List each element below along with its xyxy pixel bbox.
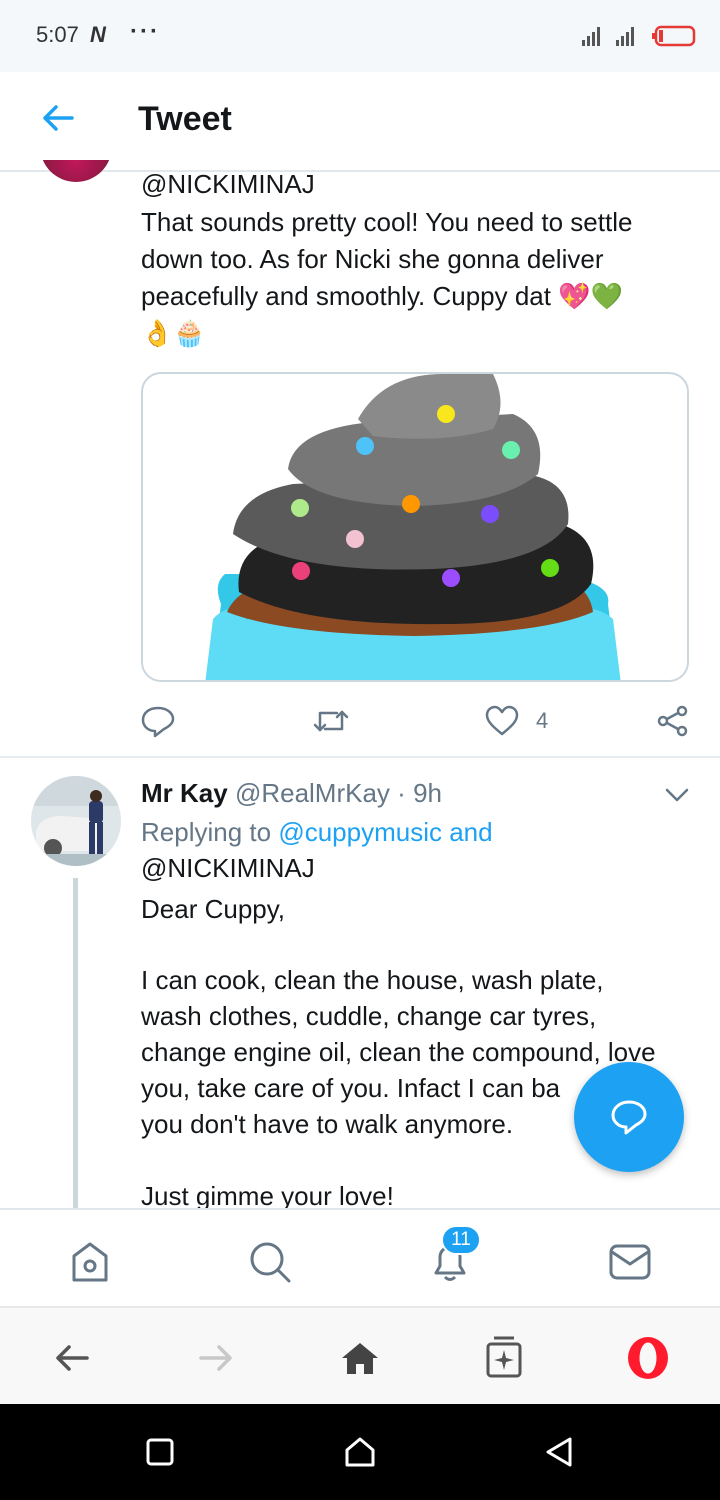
chevron-down-icon[interactable] — [664, 786, 690, 804]
compose-icon — [611, 1100, 647, 1135]
home-icon[interactable] — [68, 1240, 112, 1284]
system-navigation-bar — [0, 1404, 720, 1500]
avatar-partial[interactable] — [40, 160, 112, 182]
author-name[interactable]: Mr Kay — [141, 778, 228, 808]
tweet-text-line: I can cook, clean the house, wash plate, — [141, 965, 604, 995]
status-bar: 5:07 N ··· — [0, 0, 720, 72]
retweet-icon[interactable] — [312, 704, 350, 738]
replying-prefix: Replying to — [141, 817, 272, 847]
like-count: 4 — [536, 708, 549, 733]
twitter-tab-bar: 11 — [0, 1208, 720, 1308]
tweet-text-line: That sounds pretty cool! You need to set… — [141, 207, 633, 237]
tweet-header: Mr Kay @RealMrKay · 9h — [141, 777, 442, 809]
mention-link[interactable]: @NICKIMINAJ — [141, 166, 315, 203]
opera-icon[interactable] — [626, 1336, 670, 1380]
tabs-icon[interactable] — [484, 1334, 524, 1380]
tweet-text-line: change engine oil, clean the compound, l… — [141, 1037, 656, 1067]
signal-icon — [582, 27, 634, 46]
tweet-text-line: Just gimme your love! — [141, 1181, 394, 1208]
profile-photo — [31, 776, 121, 866]
search-icon[interactable] — [248, 1240, 292, 1284]
author-handle[interactable]: @RealMrKay — [235, 778, 390, 808]
replying-to: Replying to @cuppymusic and — [141, 814, 493, 851]
mention-link[interactable]: @NICKIMINAJ — [141, 850, 315, 887]
mention-link[interactable]: @cuppymusic and — [278, 817, 492, 847]
tweet-time: 9h — [413, 778, 442, 808]
separator: · — [397, 778, 406, 808]
browser-forward-icon[interactable] — [198, 1342, 234, 1374]
battery-icon — [652, 25, 696, 47]
back-arrow-icon[interactable] — [38, 98, 78, 138]
browser-home-icon[interactable] — [340, 1340, 380, 1376]
tweet-text-line: peacefully and smoothly. Cuppy dat 💖💚 — [141, 281, 623, 311]
more-notifications-icon: ··· — [130, 18, 160, 45]
android-home-icon[interactable] — [344, 1436, 376, 1468]
cupcake-image — [205, 374, 621, 680]
android-back-icon[interactable] — [544, 1436, 574, 1468]
page-title: Tweet — [138, 100, 232, 138]
avatar[interactable] — [31, 776, 121, 866]
notifications-badge: 11 — [441, 1225, 481, 1255]
thread-line — [73, 878, 78, 1208]
tweet-media-image[interactable] — [141, 372, 689, 682]
tweet-text-line: you don't have to walk anymore. — [141, 1109, 514, 1139]
app-notification-icon: N — [90, 22, 106, 47]
tweet-divider — [0, 756, 720, 758]
tweet-emoji-line: 👌🧁 — [141, 318, 206, 348]
heart-icon[interactable] — [484, 704, 520, 738]
tweet-text-line: Dear Cuppy, — [141, 894, 286, 924]
status-time: 5:07 — [36, 22, 79, 47]
browser-back-icon[interactable] — [54, 1342, 90, 1374]
reply-icon[interactable] — [140, 704, 176, 738]
browser-toolbar — [0, 1306, 720, 1406]
tweet-text-line: down too. As for Nicki she gonna deliver — [141, 244, 604, 274]
mail-icon[interactable] — [608, 1242, 652, 1282]
recents-icon[interactable] — [146, 1438, 174, 1466]
top-header: Tweet — [0, 72, 720, 172]
tweet-text-line: you, take care of you. Infact I can ba — [141, 1073, 561, 1103]
tweet-text-line: wash clothes, cuddle, change car tyres, — [141, 1001, 597, 1031]
share-icon[interactable] — [655, 704, 691, 738]
compose-button[interactable] — [574, 1062, 684, 1172]
